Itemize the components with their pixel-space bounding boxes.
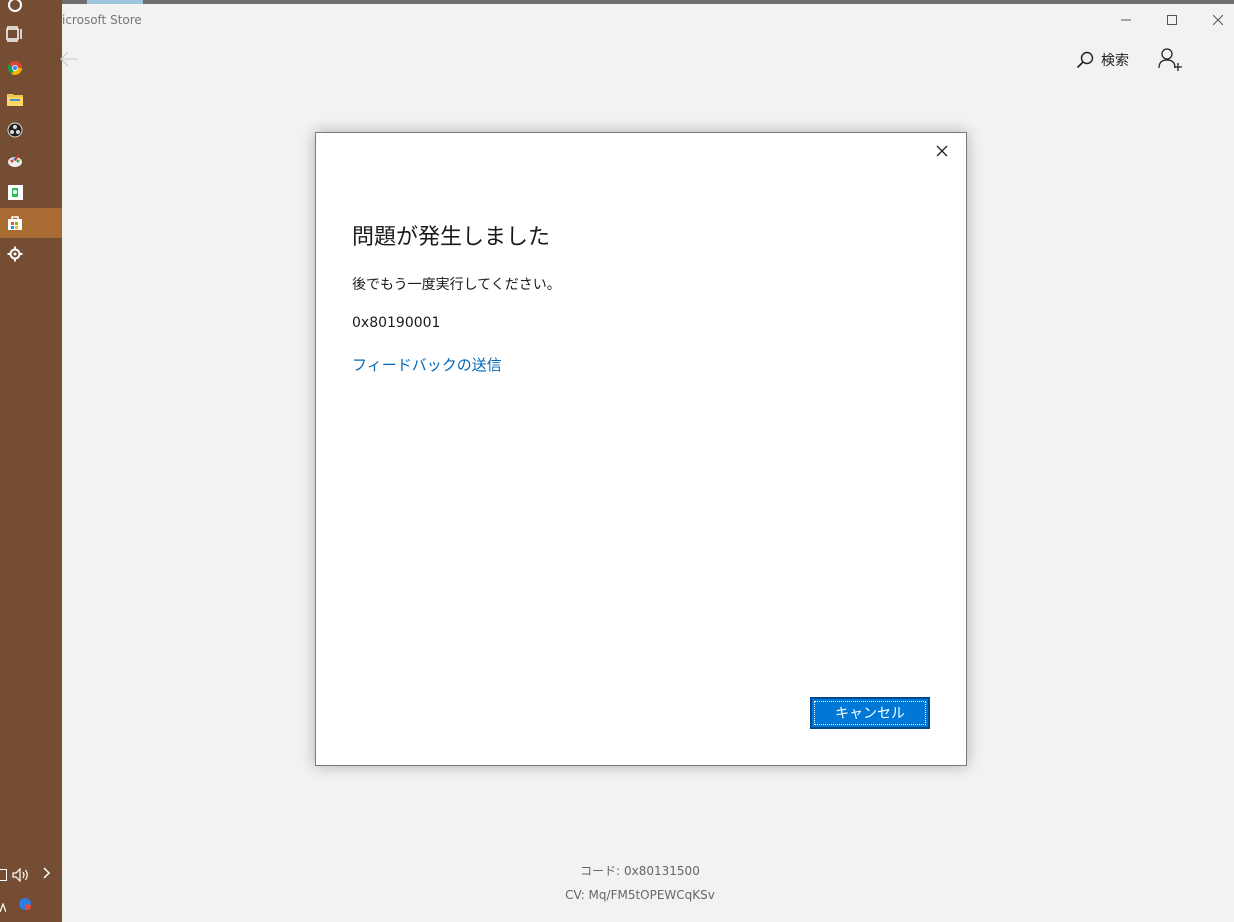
search-icon	[1076, 51, 1094, 69]
search-button[interactable]: 検索	[1076, 50, 1129, 70]
obs-icon[interactable]	[0, 115, 30, 145]
footer-correlation-vector: CV: Mq/FM5tOPEWCqKSv	[565, 888, 715, 902]
window-title: icrosoft Store	[62, 13, 142, 27]
back-arrow-icon	[60, 51, 78, 67]
close-icon	[1213, 15, 1223, 25]
taskbar	[0, 0, 62, 922]
dialog-close-button[interactable]	[933, 142, 951, 160]
back-button[interactable]	[59, 50, 81, 70]
footer-error-code: コード: 0x80131500	[580, 864, 700, 878]
file-explorer-icon[interactable]	[0, 84, 30, 114]
task-view-icon[interactable]	[0, 19, 30, 49]
paint-icon[interactable]	[0, 146, 30, 176]
error-dialog: 問題が発生しました 後でもう一度実行してください。 0x80190001 フィー…	[315, 132, 967, 766]
close-window-button[interactable]	[1195, 6, 1234, 34]
cancel-button[interactable]: キャンセル	[810, 697, 930, 729]
dialog-message: 後でもう一度実行してください。	[352, 277, 561, 293]
error-code: 0x80190001	[352, 315, 441, 331]
send-feedback-link[interactable]: フィードバックの送信	[352, 354, 502, 375]
account-button[interactable]	[1158, 48, 1184, 72]
minimize-button[interactable]	[1103, 6, 1149, 34]
window-top-border	[62, 0, 1234, 4]
minimize-icon	[1121, 19, 1131, 21]
close-icon	[936, 145, 948, 157]
store-icon[interactable]	[0, 208, 62, 238]
maximize-button[interactable]	[1149, 6, 1195, 34]
add-user-icon	[1158, 48, 1182, 71]
search-label: 検索	[1101, 53, 1129, 69]
dialog-title: 問題が発生しました	[352, 225, 551, 250]
settings-icon[interactable]	[0, 239, 30, 269]
chrome-icon[interactable]	[0, 53, 30, 83]
evernote-icon[interactable]	[0, 177, 30, 207]
cortana-icon[interactable]	[0, 0, 30, 20]
maximize-icon	[1167, 15, 1177, 25]
